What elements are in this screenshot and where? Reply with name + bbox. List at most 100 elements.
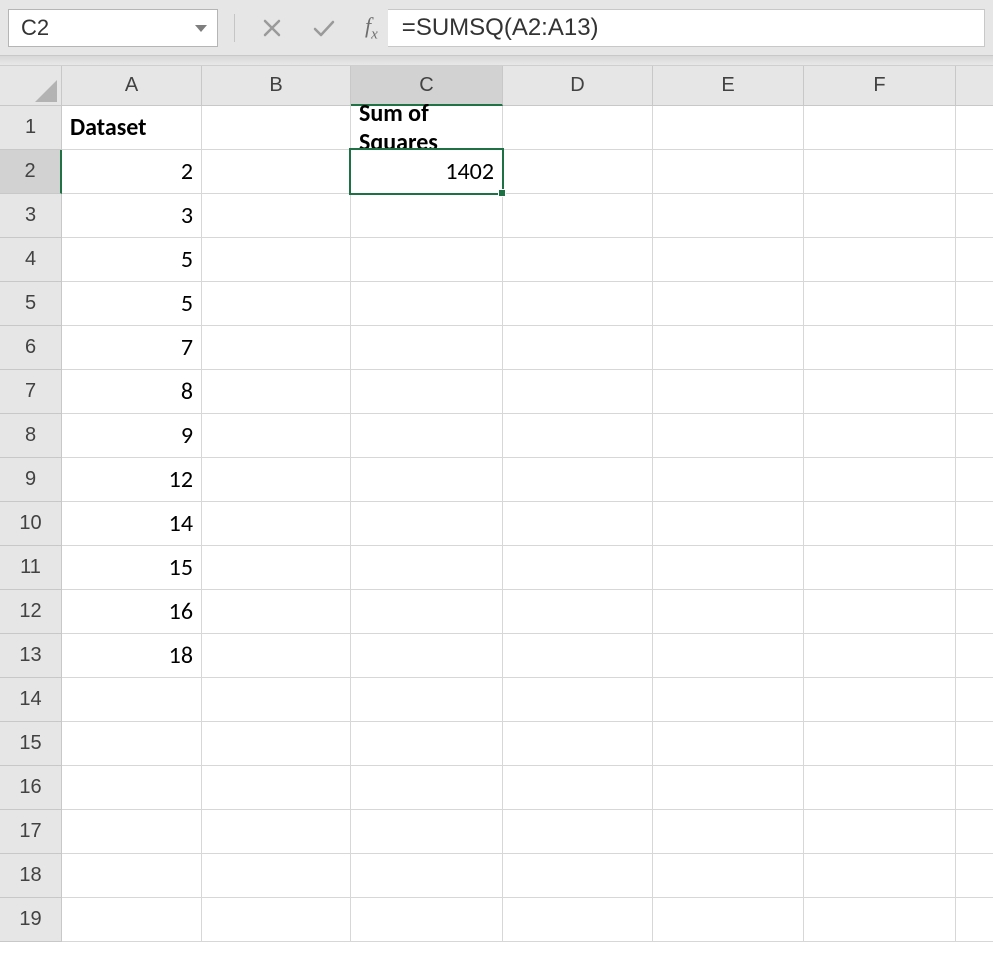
cell-F3[interactable] bbox=[804, 194, 956, 238]
cell-F18[interactable] bbox=[804, 854, 956, 898]
cell-B10[interactable] bbox=[202, 502, 351, 546]
cell-D1[interactable] bbox=[503, 106, 653, 150]
cell-F7[interactable] bbox=[804, 370, 956, 414]
cell-E8[interactable] bbox=[653, 414, 804, 458]
cell-F10[interactable] bbox=[804, 502, 956, 546]
row-header-12[interactable]: 12 bbox=[0, 590, 62, 634]
cell-A14[interactable] bbox=[62, 678, 202, 722]
cell-C15[interactable] bbox=[351, 722, 503, 766]
cell-F2[interactable] bbox=[804, 150, 956, 194]
col-header-B[interactable]: B bbox=[202, 66, 351, 106]
cell-E10[interactable] bbox=[653, 502, 804, 546]
select-all-corner[interactable] bbox=[0, 66, 62, 106]
cell-extra-5[interactable] bbox=[956, 282, 993, 326]
cell-D12[interactable] bbox=[503, 590, 653, 634]
cell-extra-14[interactable] bbox=[956, 678, 993, 722]
cell-A5[interactable]: 5 bbox=[62, 282, 202, 326]
name-box[interactable]: C2 bbox=[8, 9, 218, 47]
cell-extra-2[interactable] bbox=[956, 150, 993, 194]
cell-E3[interactable] bbox=[653, 194, 804, 238]
row-header-7[interactable]: 7 bbox=[0, 370, 62, 414]
cell-B16[interactable] bbox=[202, 766, 351, 810]
cell-D5[interactable] bbox=[503, 282, 653, 326]
cell-D2[interactable] bbox=[503, 150, 653, 194]
cell-E16[interactable] bbox=[653, 766, 804, 810]
cell-D17[interactable] bbox=[503, 810, 653, 854]
enter-icon[interactable] bbox=[309, 13, 339, 43]
cell-B13[interactable] bbox=[202, 634, 351, 678]
cell-D6[interactable] bbox=[503, 326, 653, 370]
cell-D7[interactable] bbox=[503, 370, 653, 414]
cell-C7[interactable] bbox=[351, 370, 503, 414]
cell-F16[interactable] bbox=[804, 766, 956, 810]
cell-B19[interactable] bbox=[202, 898, 351, 942]
cell-E11[interactable] bbox=[653, 546, 804, 590]
cell-extra-13[interactable] bbox=[956, 634, 993, 678]
row-header-6[interactable]: 6 bbox=[0, 326, 62, 370]
cell-E2[interactable] bbox=[653, 150, 804, 194]
cell-B1[interactable] bbox=[202, 106, 351, 150]
cell-C12[interactable] bbox=[351, 590, 503, 634]
cell-B12[interactable] bbox=[202, 590, 351, 634]
cell-D19[interactable] bbox=[503, 898, 653, 942]
cell-B8[interactable] bbox=[202, 414, 351, 458]
cell-D15[interactable] bbox=[503, 722, 653, 766]
row-header-10[interactable]: 10 bbox=[0, 502, 62, 546]
cell-E6[interactable] bbox=[653, 326, 804, 370]
cell-extra-11[interactable] bbox=[956, 546, 993, 590]
cell-F13[interactable] bbox=[804, 634, 956, 678]
cell-F4[interactable] bbox=[804, 238, 956, 282]
col-header-D[interactable]: D bbox=[503, 66, 653, 106]
cell-C14[interactable] bbox=[351, 678, 503, 722]
cell-extra-3[interactable] bbox=[956, 194, 993, 238]
row-header-9[interactable]: 9 bbox=[0, 458, 62, 502]
cell-A11[interactable]: 15 bbox=[62, 546, 202, 590]
fill-handle[interactable] bbox=[498, 189, 506, 197]
row-header-8[interactable]: 8 bbox=[0, 414, 62, 458]
cell-C3[interactable] bbox=[351, 194, 503, 238]
row-header-16[interactable]: 16 bbox=[0, 766, 62, 810]
cell-C11[interactable] bbox=[351, 546, 503, 590]
cell-D18[interactable] bbox=[503, 854, 653, 898]
cell-C1[interactable]: Sum of Squares bbox=[351, 106, 503, 150]
cell-D16[interactable] bbox=[503, 766, 653, 810]
cell-D9[interactable] bbox=[503, 458, 653, 502]
row-header-4[interactable]: 4 bbox=[0, 238, 62, 282]
cell-A15[interactable] bbox=[62, 722, 202, 766]
cell-C6[interactable] bbox=[351, 326, 503, 370]
row-header-1[interactable]: 1 bbox=[0, 106, 62, 150]
cell-B3[interactable] bbox=[202, 194, 351, 238]
cell-A8[interactable]: 9 bbox=[62, 414, 202, 458]
row-header-17[interactable]: 17 bbox=[0, 810, 62, 854]
cell-E18[interactable] bbox=[653, 854, 804, 898]
cell-B5[interactable] bbox=[202, 282, 351, 326]
cell-extra-17[interactable] bbox=[956, 810, 993, 854]
cell-extra-4[interactable] bbox=[956, 238, 993, 282]
cell-A10[interactable]: 14 bbox=[62, 502, 202, 546]
cell-E15[interactable] bbox=[653, 722, 804, 766]
cell-extra-1[interactable] bbox=[956, 106, 993, 150]
cell-C9[interactable] bbox=[351, 458, 503, 502]
row-header-14[interactable]: 14 bbox=[0, 678, 62, 722]
cell-F1[interactable] bbox=[804, 106, 956, 150]
cell-A1[interactable]: Dataset bbox=[62, 106, 202, 150]
cell-extra-9[interactable] bbox=[956, 458, 993, 502]
cell-A3[interactable]: 3 bbox=[62, 194, 202, 238]
cell-D3[interactable] bbox=[503, 194, 653, 238]
cell-A16[interactable] bbox=[62, 766, 202, 810]
cell-C17[interactable] bbox=[351, 810, 503, 854]
cell-C18[interactable] bbox=[351, 854, 503, 898]
cell-A9[interactable]: 12 bbox=[62, 458, 202, 502]
cell-B2[interactable] bbox=[202, 150, 351, 194]
cell-A13[interactable]: 18 bbox=[62, 634, 202, 678]
cell-C5[interactable] bbox=[351, 282, 503, 326]
cell-B4[interactable] bbox=[202, 238, 351, 282]
cell-C2[interactable]: 1402 bbox=[351, 150, 503, 194]
cell-C4[interactable] bbox=[351, 238, 503, 282]
cell-extra-10[interactable] bbox=[956, 502, 993, 546]
cell-A18[interactable] bbox=[62, 854, 202, 898]
cell-extra-16[interactable] bbox=[956, 766, 993, 810]
cell-F11[interactable] bbox=[804, 546, 956, 590]
cell-extra-7[interactable] bbox=[956, 370, 993, 414]
cell-A19[interactable] bbox=[62, 898, 202, 942]
